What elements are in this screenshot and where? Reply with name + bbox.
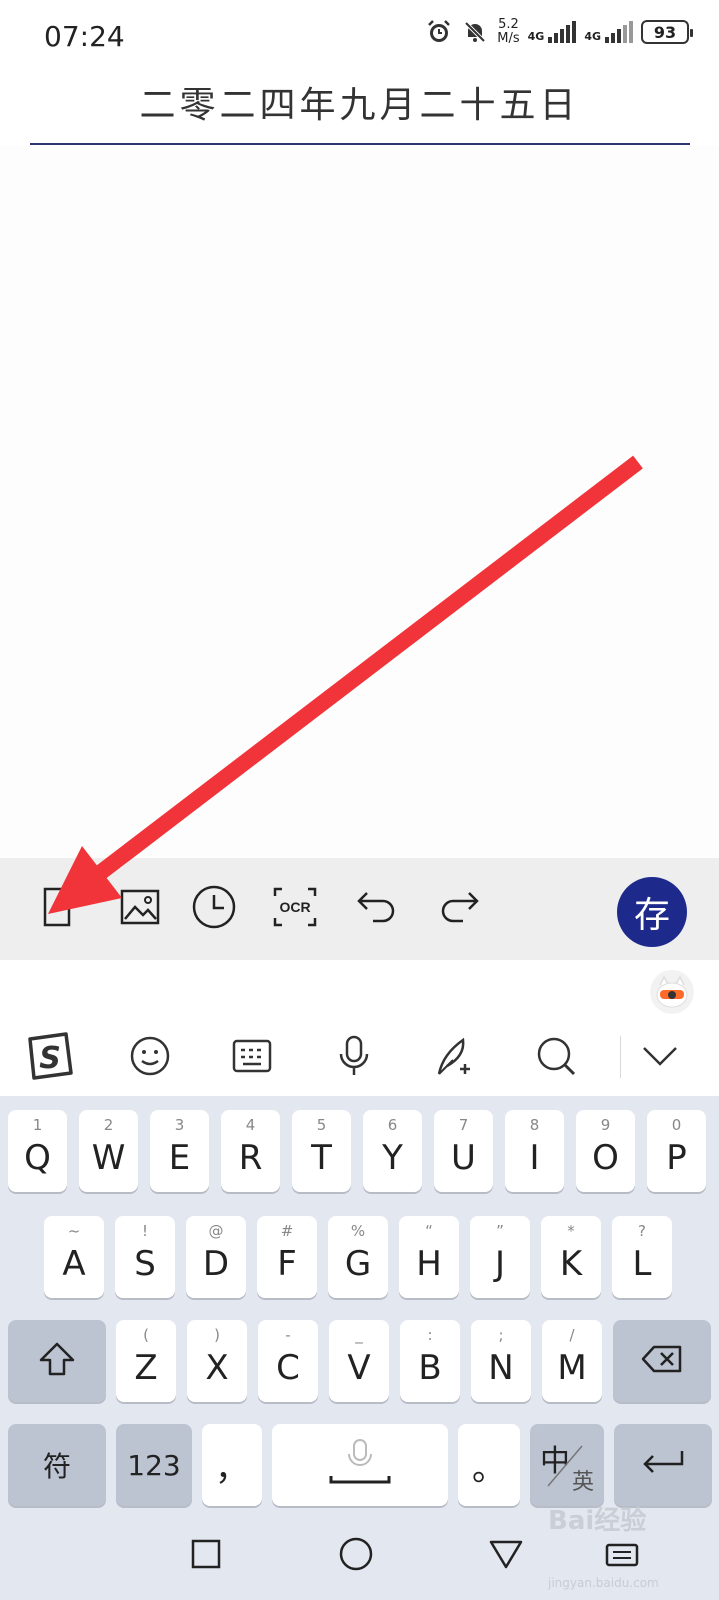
handwriting-icon [433, 1034, 477, 1083]
ocr-label: OCR [279, 899, 310, 915]
alarm-icon [425, 18, 453, 46]
language-switch-key[interactable]: 中 英 [530, 1424, 604, 1506]
key-q[interactable]: 1Q [8, 1110, 67, 1192]
shift-icon [38, 1341, 76, 1382]
enter-icon [640, 1448, 686, 1483]
number-key[interactable]: 123 [116, 1424, 192, 1506]
key-k[interactable]: * K [541, 1216, 601, 1298]
status-time: 07:24 [44, 20, 125, 53]
key-s[interactable]: ! S [115, 1216, 175, 1298]
mascot-icon[interactable] [650, 970, 694, 1014]
status-bar: 07:24 5.2 M/s 4G 4G 93 [0, 0, 719, 76]
home-button[interactable] [334, 1534, 378, 1578]
editor-toolbar: OCR 存 [0, 858, 719, 960]
collapse-keyboard-button[interactable] [632, 1030, 688, 1086]
key-o[interactable]: 9O [576, 1110, 635, 1192]
image-icon [119, 886, 161, 933]
file-edit-icon [37, 886, 77, 933]
emoji-button[interactable] [122, 1030, 178, 1086]
key-c[interactable]: -C [258, 1320, 318, 1402]
undo-button[interactable] [352, 884, 402, 934]
toolbar-divider [620, 1036, 621, 1078]
keyboard: 1Q 2W 3E 4R 5T 6Y 7U 8I 9O 0P ~ A ! S @ D #… [0, 1096, 719, 1512]
key-v[interactable]: _ V [329, 1320, 389, 1402]
recents-button[interactable] [184, 1534, 228, 1578]
emoji-icon [129, 1035, 171, 1082]
voice-input-button[interactable] [326, 1030, 382, 1086]
key-i[interactable]: 8I [505, 1110, 564, 1192]
note-title[interactable]: 二零二四年九月二十五日 [0, 76, 719, 128]
space-key[interactable] [272, 1424, 448, 1506]
sogou-menu-button[interactable]: S [22, 1030, 78, 1086]
save-button[interactable]: 存 [617, 877, 687, 947]
watermark: Bai经验 [548, 1506, 647, 1536]
key-n[interactable]: ; N [471, 1320, 531, 1402]
back-button[interactable] [484, 1534, 528, 1578]
signal-bars-icon [605, 21, 633, 43]
signal-1: 4G [528, 21, 577, 43]
search-button[interactable] [528, 1030, 584, 1086]
redo-icon [437, 887, 481, 932]
key-f[interactable]: # F [257, 1216, 317, 1298]
mute-bell-icon [461, 18, 489, 46]
key-m[interactable]: / M [542, 1320, 602, 1402]
space-mic-icon [325, 1438, 395, 1493]
backspace-icon [640, 1344, 684, 1379]
key-y[interactable]: 6Y [363, 1110, 422, 1192]
keyboard-hide-button[interactable] [600, 1534, 644, 1578]
key-r[interactable]: 4R [221, 1110, 280, 1192]
key-p[interactable]: 0P [647, 1110, 706, 1192]
status-icons: 5.2 M/s 4G 4G 93 [425, 17, 693, 46]
undo-icon [355, 887, 399, 932]
ocr-icon: OCR [272, 886, 318, 933]
shift-key[interactable] [8, 1320, 106, 1402]
key-x[interactable]: ) X [187, 1320, 247, 1402]
battery-indicator: 93 [641, 20, 693, 44]
keyboard-toolbar: S [0, 1020, 719, 1096]
key-z[interactable]: (Z [116, 1320, 176, 1402]
reminder-button[interactable] [189, 884, 239, 934]
key-d[interactable]: @ D [186, 1216, 246, 1298]
keyboard-small-icon [604, 1539, 640, 1574]
keyboard-icon [231, 1038, 273, 1079]
file-edit-button[interactable] [32, 884, 82, 934]
key-a[interactable]: ~ A [44, 1216, 104, 1298]
symbol-key[interactable]: 符 [8, 1424, 106, 1506]
key-b[interactable]: :B [400, 1320, 460, 1402]
key-u[interactable]: 7U [434, 1110, 493, 1192]
insert-image-button[interactable] [115, 884, 165, 934]
backspace-key[interactable] [613, 1320, 711, 1402]
note-body-editor[interactable] [0, 146, 719, 858]
title-underline [30, 143, 690, 145]
ocr-button[interactable]: OCR [270, 884, 320, 934]
keyboard-switch-button[interactable] [224, 1030, 280, 1086]
key-t[interactable]: 5T [292, 1110, 351, 1192]
handwriting-button[interactable] [427, 1030, 483, 1086]
network-speed: 5.2 M/s [497, 17, 520, 46]
key-g[interactable]: % G [328, 1216, 388, 1298]
key-l[interactable]: ? L [612, 1216, 672, 1298]
microphone-icon [337, 1034, 371, 1083]
watermark-url: jingyan.baidu.com [548, 1576, 659, 1590]
chevron-down-icon [640, 1044, 680, 1073]
triangle-back-icon [488, 1538, 524, 1575]
svg-text:S: S [39, 1041, 61, 1076]
key-j[interactable]: ” J [470, 1216, 530, 1298]
square-icon [190, 1538, 222, 1575]
clock-icon [191, 884, 237, 935]
circle-icon [338, 1536, 374, 1577]
lang-sub: 英 [571, 1470, 594, 1495]
sogou-logo-icon: S [24, 1031, 76, 1086]
key-h[interactable]: “H [399, 1216, 459, 1298]
signal-2: 4G [584, 21, 633, 43]
period-key[interactable]: 。 [458, 1424, 520, 1506]
key-w[interactable]: 2W [79, 1110, 138, 1192]
comma-key[interactable]: ， [202, 1424, 262, 1506]
key-e[interactable]: 3E [150, 1110, 209, 1192]
search-icon [534, 1034, 578, 1083]
signal-bars-icon [548, 21, 577, 43]
redo-button[interactable] [434, 884, 484, 934]
enter-key[interactable] [614, 1424, 712, 1506]
